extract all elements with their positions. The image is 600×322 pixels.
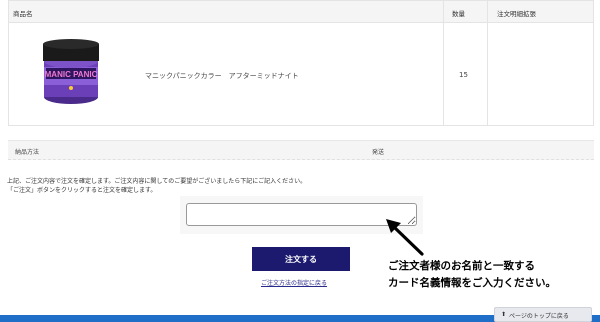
pointer-arrow-icon [386,219,424,256]
delivery-row: 納品方法 発送 [8,140,594,160]
page-top-label: ページのトップに戻る [509,313,569,320]
annotation-line-2: カード名義情報をご入力ください。 [388,277,556,289]
order-table-header: 商品名 数量 注文明細拡張 [9,1,593,23]
order-table: 商品名 数量 注文明細拡張 MANIC PANIC マニックパニックカラー アフ… [8,0,594,126]
delivery-value: 発送 [372,149,385,156]
order-submit-button[interactable]: 注文する [252,247,350,271]
page-top-button[interactable]: ⬆ ページのトップに戻る [494,307,592,322]
column-divider [487,23,488,125]
instruction-text: 上記、ご注文内容で注文を確定します。ご注文内容に関してのご要望がございましたら下… [7,177,306,195]
column-divider [443,23,444,125]
product-name: マニックパニックカラー アフターミッドナイト [145,72,299,80]
back-to-order-method-link[interactable]: ご注文方法の指定に戻る [261,278,327,287]
header-quantity: 数量 [452,10,465,18]
column-divider [487,1,488,22]
header-product: 商品名 [13,10,33,18]
product-quantity: 15 [459,71,468,79]
annotation-text: ご注文者様のお名前と一致する カード名義情報をご入力ください。 [388,258,556,292]
product-brand-text: MANIC PANIC [45,70,98,79]
up-arrow-icon: ⬆ [501,311,507,318]
instruction-line-2: 「ご注文」ボタンをクリックすると注文を確定します。 [7,187,157,194]
product-image: MANIC PANIC [43,39,99,104]
instruction-line-1: 上記、ご注文内容で注文を確定します。ご注文内容に関してのご要望がございましたら下… [7,178,307,185]
delivery-label: 納品方法 [15,149,40,156]
column-divider [443,1,444,22]
annotation-line-1: ご注文者様のお名前と一致する [388,260,535,272]
header-extension: 注文明細拡張 [497,10,536,18]
